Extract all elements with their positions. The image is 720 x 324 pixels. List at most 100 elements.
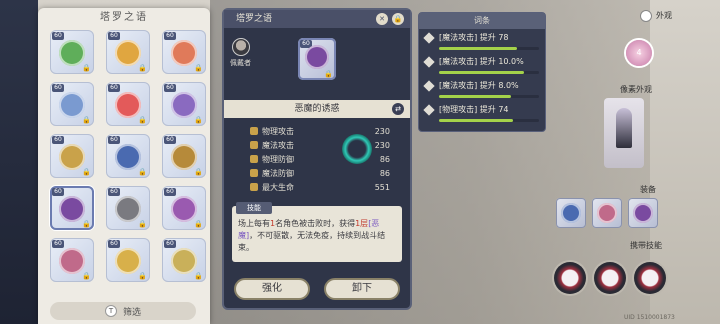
tarot-card[interactable]: 60 🔒 [162, 238, 206, 282]
skill-slot-icon[interactable] [594, 262, 626, 294]
swap-icon[interactable]: ⇄ [392, 103, 404, 115]
card-level-badge: 60 [52, 188, 64, 196]
card-level-badge: 60 [164, 84, 176, 92]
affix-diamond-icon [423, 104, 435, 116]
tarot-card[interactable]: 60 🔒 [50, 186, 94, 230]
affix-diamond-icon [423, 56, 435, 68]
card-emblem-icon [115, 92, 141, 118]
owner-label: 佩戴者 [230, 59, 251, 67]
tarot-card[interactable]: 60 🔒 [106, 186, 150, 230]
card-level-badge: 60 [52, 136, 64, 144]
dismantle-icon[interactable]: ✕ [376, 13, 388, 25]
card-emblem-icon [171, 248, 197, 274]
tarot-card[interactable]: 60 🔒 [106, 134, 150, 178]
card-level-badge: 60 [164, 240, 176, 248]
card-lock-icon: 🔒 [82, 220, 91, 228]
tarot-card[interactable]: 60 🔒 [162, 30, 206, 74]
equip-gem-icon [561, 203, 581, 223]
appearance-label[interactable]: 外观 [656, 10, 672, 21]
skill-stack: 1层 [355, 219, 369, 228]
pixel-appearance-label: 像素外观 [620, 85, 652, 94]
tarot-card[interactable]: 60 🔒 [106, 82, 150, 126]
affix-progress-bar [439, 47, 539, 50]
stat-value: 230 [374, 126, 390, 136]
glow-orb-icon [342, 134, 372, 164]
affix-text: [魔法攻击] 提升 78 [439, 33, 509, 42]
card-level-badge: 60 [108, 136, 120, 144]
card-lock-icon: 🔒 [82, 116, 91, 124]
equip-slot[interactable] [556, 198, 586, 228]
tarot-card[interactable]: 60 🔒 [106, 238, 150, 282]
skill-box: 技能 场上每有1名角色被击败时，获得1层[恶魔]，不可驱散，无法免疫，持续到战斗… [232, 202, 402, 262]
skill-text-part: 场上每有 [238, 219, 270, 228]
appearance-icon[interactable] [640, 10, 652, 22]
card-lock-icon: 🔒 [138, 272, 147, 280]
affix-progress-bar [439, 119, 539, 122]
equip-slot[interactable] [628, 198, 658, 228]
card-level-badge: 60 [108, 84, 120, 92]
card-emblem-icon [59, 196, 85, 222]
tarot-card[interactable]: 60 🔒 [162, 134, 206, 178]
card-lock-icon: 🔒 [138, 168, 147, 176]
pink-gem-icon[interactable]: 4 [626, 40, 652, 66]
magic-defense-icon [250, 169, 258, 177]
card-lock-icon: 🔒 [138, 64, 147, 72]
equip-slot[interactable] [592, 198, 622, 228]
owner-avatar[interactable] [232, 38, 250, 56]
affix-diamond-icon [423, 80, 435, 92]
card-lock-icon: 🔒 [194, 64, 203, 72]
tarot-card[interactable]: 60 🔒 [162, 82, 206, 126]
card-level-badge: 60 [52, 240, 64, 248]
affix-title: 词条 [419, 13, 545, 29]
skill-text-part: ，不可驱散，无法免疫，持续到战斗结束。 [238, 231, 386, 252]
magic-attack-icon [250, 141, 258, 149]
card-level-badge: 60 [108, 240, 120, 248]
stat-row: 最大生命 551 [250, 180, 390, 194]
stat-value: 86 [379, 168, 390, 178]
card-emblem-icon [59, 248, 85, 274]
card-lock-icon: 🔒 [194, 168, 203, 176]
card-emblem-icon [171, 144, 197, 170]
affix-diamond-icon [423, 32, 435, 44]
enhance-button[interactable]: 强化 [234, 278, 310, 300]
stat-label: 物理防御 [262, 154, 294, 164]
equip-gem-icon [633, 203, 653, 223]
pixel-avatar[interactable] [604, 98, 644, 168]
selected-card-image: 60 🔒 [298, 38, 336, 80]
lock-icon[interactable]: 🔒 [392, 13, 404, 25]
card-lock-icon: 🔒 [324, 70, 333, 78]
card-level-badge: 60 [164, 136, 176, 144]
stat-list: 物理攻击 230 魔法攻击 230 物理防御 86 魔法防御 86 最大生命 551 [250, 124, 390, 194]
affix-progress-fill [439, 71, 524, 74]
tarot-card[interactable]: 60 🔒 [50, 30, 94, 74]
affix-progress-bar [439, 71, 539, 74]
affix-text: [魔法攻击] 提升 8.0% [439, 81, 519, 90]
stat-label: 最大生命 [262, 182, 294, 192]
affix-progress-fill [439, 119, 513, 122]
tarot-card[interactable]: 60 🔒 [50, 134, 94, 178]
stat-value: 86 [379, 154, 390, 164]
filter-button[interactable]: T 筛选 [50, 302, 196, 320]
card-emblem-icon [171, 92, 197, 118]
affix-row: [魔法攻击] 提升 8.0% [419, 77, 545, 101]
card-emblem-icon [59, 40, 85, 66]
card-emblem-icon [115, 248, 141, 274]
card-detail-panel: 塔罗之语 ✕ 🔒 佩戴者 60 🔒 恶魔的诱惑 ⇄ 物理攻击 230 魔法攻击 23… [222, 8, 412, 310]
card-lock-icon: 🔒 [138, 220, 147, 228]
card-emblem-icon [115, 144, 141, 170]
card-lock-icon: 🔒 [138, 116, 147, 124]
card-emblem-icon [115, 40, 141, 66]
tarot-card[interactable]: 60 🔒 [50, 238, 94, 282]
skill-slot-icon[interactable] [554, 262, 586, 294]
tarot-card[interactable]: 60 🔒 [50, 82, 94, 126]
tarot-card[interactable]: 60 🔒 [106, 30, 150, 74]
skill-slot-icon[interactable] [634, 262, 666, 294]
affix-progress-fill [439, 47, 517, 50]
filter-label: 筛选 [122, 307, 141, 318]
affix-panel: 词条 [魔法攻击] 提升 78 [魔法攻击] 提升 10.0% [魔法攻击] 提升 … [418, 12, 546, 132]
skill-tag: 技能 [236, 202, 272, 214]
card-collection-panel: 塔罗之语 60 🔒 60 🔒 60 🔒 60 🔒 60 🔒 60 🔒 60 🔒 60 🔒 60 🔒 60 🔒 60 🔒 60… [38, 8, 210, 324]
unequip-button[interactable]: 卸下 [324, 278, 400, 300]
tarot-card[interactable]: 60 🔒 [162, 186, 206, 230]
uid-label: UID 1510001873 [624, 314, 675, 321]
